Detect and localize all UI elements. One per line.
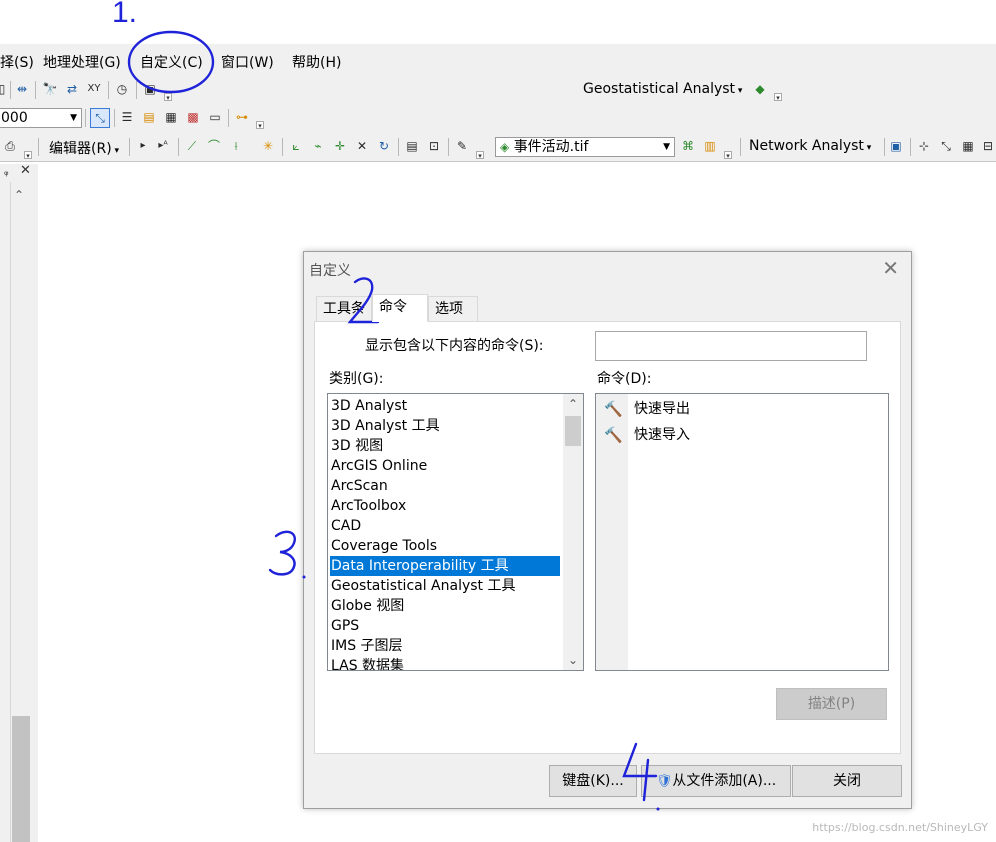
customize-circle-annotation bbox=[127, 30, 215, 94]
annotation-dot bbox=[302, 575, 306, 579]
annotation-dot bbox=[656, 807, 660, 811]
annotation-label-1: 1. bbox=[112, 0, 137, 29]
handwritten-annotations: 1. bbox=[112, 0, 660, 811]
annotation-digit-4 bbox=[622, 742, 658, 802]
annotation-digit-3 bbox=[268, 530, 296, 576]
tab-commands[interactable]: 命令 bbox=[372, 294, 428, 322]
